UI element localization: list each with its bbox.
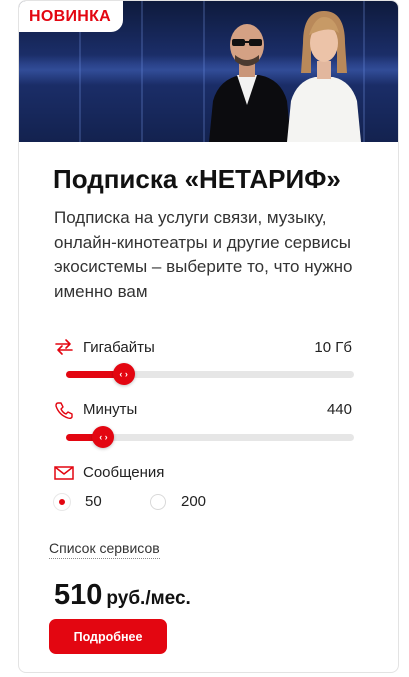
envelope-icon	[54, 466, 74, 480]
swap-arrows-icon	[55, 339, 73, 355]
hero-banner: НОВИНКА	[19, 1, 398, 142]
price: 510 руб./мес.	[54, 579, 191, 612]
phone-icon	[55, 402, 73, 420]
chevron-left-right-icon: ‹ ›	[119, 369, 128, 379]
gigabytes-value: 10 Гб	[314, 339, 352, 356]
services-list-link[interactable]: Список сервисов	[49, 540, 160, 559]
price-unit: руб./мес.	[106, 588, 191, 609]
gigabytes-slider-thumb[interactable]: ‹ ›	[112, 363, 135, 385]
radio-button[interactable]	[150, 494, 166, 510]
card-title: Подписка «НЕТАРИФ»	[53, 164, 341, 194]
gigabytes-label: Гигабайты	[83, 339, 155, 356]
minutes-value: 440	[326, 401, 352, 418]
price-amount: 510	[54, 579, 103, 611]
messages-label: Сообщения	[83, 464, 165, 481]
card-description: Подписка на услуги связи, музыку, онлайн…	[54, 208, 353, 301]
man-figure	[209, 24, 291, 142]
gigabytes-slider[interactable]: ‹ ›	[66, 363, 354, 385]
more-details-button[interactable]: Подробнее	[49, 619, 167, 654]
messages-option-label: 200	[181, 493, 207, 510]
tariff-card: НОВИНКА Подписка «НЕТАРИФ» Подписка на у…	[18, 0, 399, 673]
woman-figure	[287, 11, 361, 142]
radio-button-selected[interactable]	[54, 494, 70, 510]
new-badge: НОВИНКА	[19, 1, 124, 32]
minutes-slider[interactable]: ‹ ›	[66, 426, 354, 448]
minutes-slider-thumb[interactable]: ‹ ›	[92, 426, 115, 448]
minutes-label: Минуты	[83, 401, 138, 418]
chevron-left-right-icon: ‹ ›	[99, 432, 108, 442]
messages-option-label: 50	[85, 493, 102, 510]
